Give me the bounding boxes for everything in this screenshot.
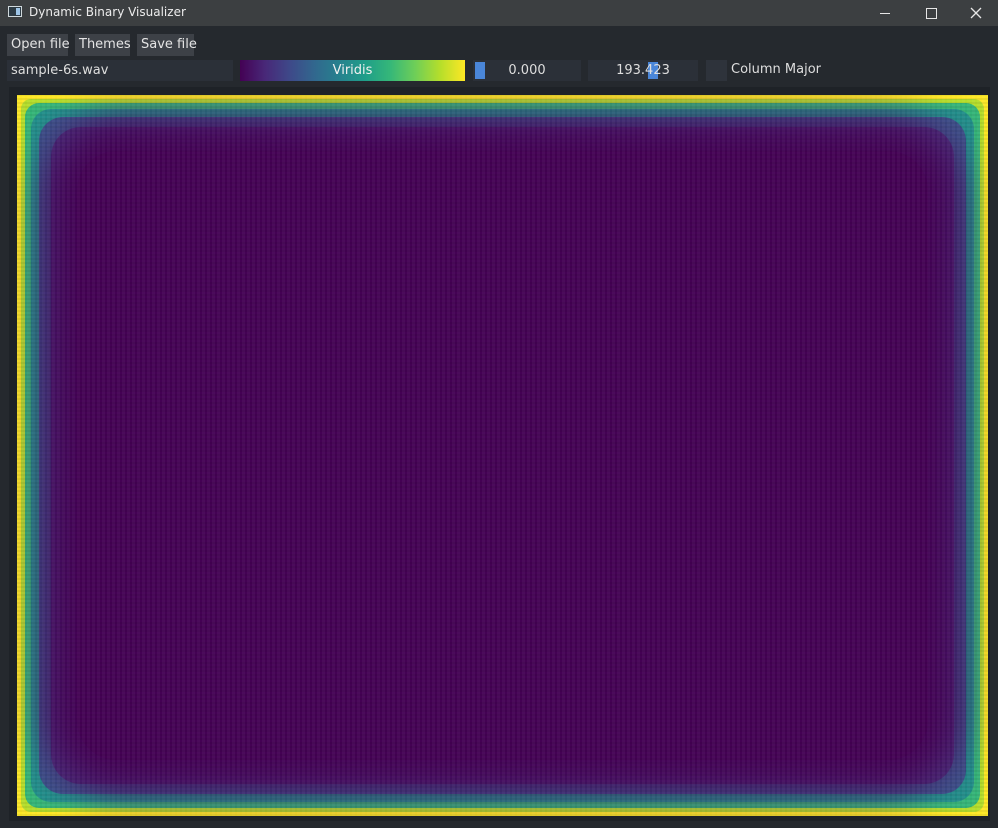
min-value-text: 0.000 (508, 63, 546, 78)
min-slider-handle[interactable] (475, 62, 485, 79)
column-major-label: Column Major (731, 62, 822, 77)
app-icon (8, 6, 22, 17)
heatmap-texture (17, 95, 988, 816)
close-icon (970, 7, 982, 19)
close-button[interactable] (954, 0, 998, 26)
max-value-text: 193.423 (616, 63, 670, 78)
file-name-field[interactable]: sample-6s.wav (7, 60, 233, 81)
maximize-button[interactable] (908, 0, 954, 26)
column-major-checkbox[interactable] (706, 60, 727, 81)
minimize-button[interactable] (862, 0, 908, 26)
maximize-icon (925, 7, 937, 19)
min-value-slider[interactable]: 0.000 (473, 60, 581, 81)
window-title: Dynamic Binary Visualizer (29, 5, 186, 19)
open-file-button[interactable]: Open file (7, 34, 70, 56)
themes-button[interactable]: Themes (75, 34, 131, 56)
minimize-icon (880, 12, 890, 14)
colormap-selector[interactable]: Viridis (240, 60, 465, 81)
title-bar: Dynamic Binary Visualizer (0, 0, 998, 26)
binary-visualization-canvas[interactable] (17, 95, 988, 816)
max-value-slider[interactable]: 193.423 (588, 60, 698, 81)
save-file-button[interactable]: Save file (137, 34, 197, 56)
